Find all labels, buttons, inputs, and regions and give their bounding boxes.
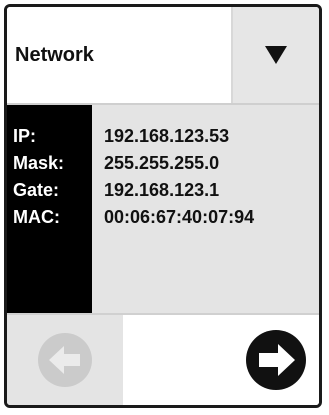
back-button[interactable]: [7, 315, 123, 405]
screen-frame: Network IP: Mask: Gate: MAC: 192.168.123…: [4, 4, 322, 408]
dropdown-toggle-button[interactable]: [231, 7, 319, 103]
mask-label: Mask:: [13, 153, 65, 173]
mac-label: MAC:: [13, 207, 60, 227]
value-column: 192.168.123.53 255.255.255.0 192.168.123…: [92, 105, 319, 313]
mac-value: 00:06:67:40:07:94: [104, 207, 255, 227]
network-info-panel: IP: Mask: Gate: MAC: 192.168.123.53 255.…: [7, 105, 319, 313]
gate-value: 192.168.123.1: [104, 180, 220, 200]
menu-dropdown[interactable]: Network: [7, 7, 319, 105]
gate-label: Gate:: [13, 180, 60, 200]
dropdown-selected-label[interactable]: Network: [7, 7, 231, 103]
triangle-down-icon: [265, 46, 287, 64]
mask-value: 255.255.255.0: [104, 153, 220, 173]
device-screen: Network IP: Mask: Gate: MAC: 192.168.123…: [0, 0, 329, 415]
arrow-right-circle-icon: [246, 330, 306, 390]
next-button[interactable]: [233, 315, 319, 405]
ip-value: 192.168.123.53: [104, 126, 230, 146]
nav-spacer: [123, 315, 233, 405]
ip-label: IP:: [13, 126, 37, 146]
arrow-left-circle-icon: [38, 333, 92, 387]
bottom-navigation: [7, 313, 319, 405]
label-column: IP: Mask: Gate: MAC:: [7, 105, 92, 313]
